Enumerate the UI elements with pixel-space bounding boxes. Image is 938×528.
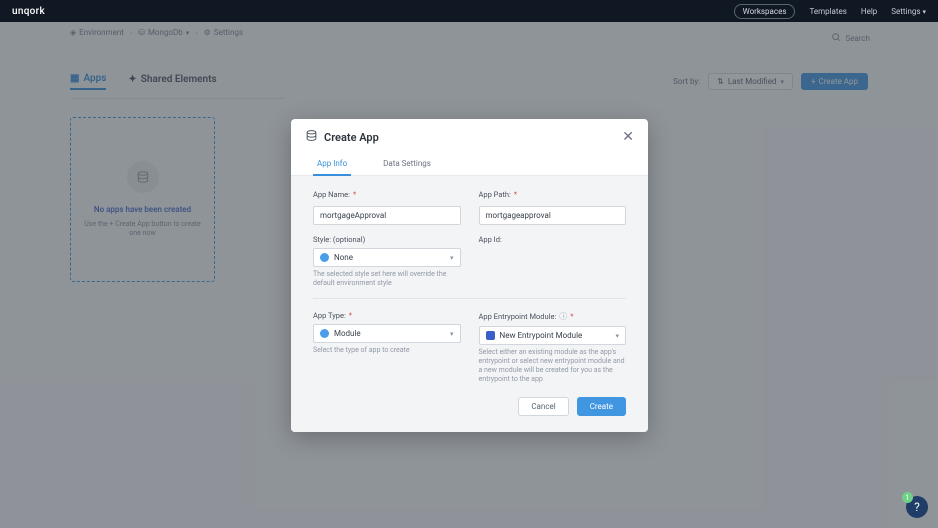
modal-title-text: Create App [324, 131, 379, 144]
form-row: App Name: * App Path: * [313, 190, 626, 225]
field-app-name: App Name: * [313, 190, 461, 225]
form-row: App Type: * Module ▾ Select the type of … [313, 311, 626, 384]
style-icon [320, 253, 329, 262]
chevron-down-icon: ▾ [450, 330, 454, 338]
select-content: Module [320, 329, 361, 338]
create-app-modal: Create App ✕ App Info Data Settings App … [291, 119, 648, 432]
help-link[interactable]: Help [861, 7, 877, 16]
tab-data-settings[interactable]: Data Settings [379, 153, 435, 175]
modal-tabs: App Info Data Settings [291, 153, 648, 176]
module-icon [320, 329, 329, 338]
question-icon: ? [914, 500, 920, 514]
topbar: unqork Workspaces Templates Help Setting… [0, 0, 938, 22]
app-name-label: App Name: * [313, 190, 461, 199]
chevron-down-icon: ▾ [615, 332, 619, 340]
help-bubble[interactable]: 1 ? [906, 496, 928, 518]
app-type-value: Module [334, 329, 361, 338]
modal-body: App Name: * App Path: * Style: (optional… [291, 176, 648, 432]
entrypoint-icon [486, 331, 495, 340]
label-text: App Path: [479, 190, 511, 199]
required-marker: * [349, 311, 352, 320]
settings-link[interactable]: Settings ▾ [891, 7, 926, 16]
select-content: New Entrypoint Module [486, 331, 583, 340]
style-value: None [334, 253, 353, 262]
info-icon: ⓘ [559, 311, 567, 322]
app-type-select[interactable]: Module ▾ [313, 324, 461, 343]
form-row: Style: (optional) None ▾ The selected st… [313, 235, 626, 288]
required-marker: * [353, 190, 356, 199]
entrypoint-label: App Entrypoint Module: ⓘ * [479, 311, 627, 322]
required-marker: * [570, 312, 573, 321]
create-button[interactable]: Create [577, 397, 626, 416]
modal-header: Create App ✕ [291, 119, 648, 153]
close-button[interactable]: ✕ [622, 129, 634, 145]
label-text: App Entrypoint Module: [479, 312, 557, 321]
field-app-type: App Type: * Module ▾ Select the type of … [313, 311, 461, 384]
app-type-helper: Select the type of app to create [313, 346, 461, 355]
form-divider [313, 298, 626, 299]
app-path-label: App Path: * [479, 190, 627, 199]
required-marker: * [514, 190, 517, 199]
app-id-label: App Id: [479, 235, 627, 244]
workspaces-link[interactable]: Workspaces [734, 4, 796, 19]
modal-footer: Cancel Create [313, 397, 626, 416]
select-content: None [320, 253, 353, 262]
topbar-right: Workspaces Templates Help Settings ▾ [734, 4, 926, 19]
layers-icon [305, 129, 318, 145]
help-count-badge: 1 [902, 492, 913, 503]
app-type-label: App Type: * [313, 311, 461, 320]
field-style: Style: (optional) None ▾ The selected st… [313, 235, 461, 288]
entrypoint-select[interactable]: New Entrypoint Module ▾ [479, 326, 627, 345]
style-select[interactable]: None ▾ [313, 248, 461, 267]
entrypoint-helper: Select either an existing module as the … [479, 348, 627, 384]
field-app-id: App Id: [479, 235, 627, 288]
label-text: App Type: [313, 311, 346, 320]
field-app-path: App Path: * [479, 190, 627, 225]
templates-link[interactable]: Templates [809, 7, 846, 16]
style-label: Style: (optional) [313, 235, 461, 244]
app-name-input[interactable] [313, 206, 461, 225]
label-text: App Name: [313, 190, 350, 199]
field-entrypoint: App Entrypoint Module: ⓘ * New Entrypoin… [479, 311, 627, 384]
chevron-down-icon: ▾ [450, 254, 454, 262]
tab-app-info[interactable]: App Info [313, 153, 351, 176]
modal-title: Create App [305, 129, 379, 145]
settings-label: Settings [891, 7, 920, 16]
app-path-input[interactable] [479, 206, 627, 225]
style-helper: The selected style set here will overrid… [313, 270, 461, 288]
logo: unqork [12, 6, 45, 17]
cancel-button[interactable]: Cancel [518, 397, 568, 416]
entrypoint-value: New Entrypoint Module [500, 331, 583, 340]
chevron-down-icon: ▾ [922, 8, 926, 16]
